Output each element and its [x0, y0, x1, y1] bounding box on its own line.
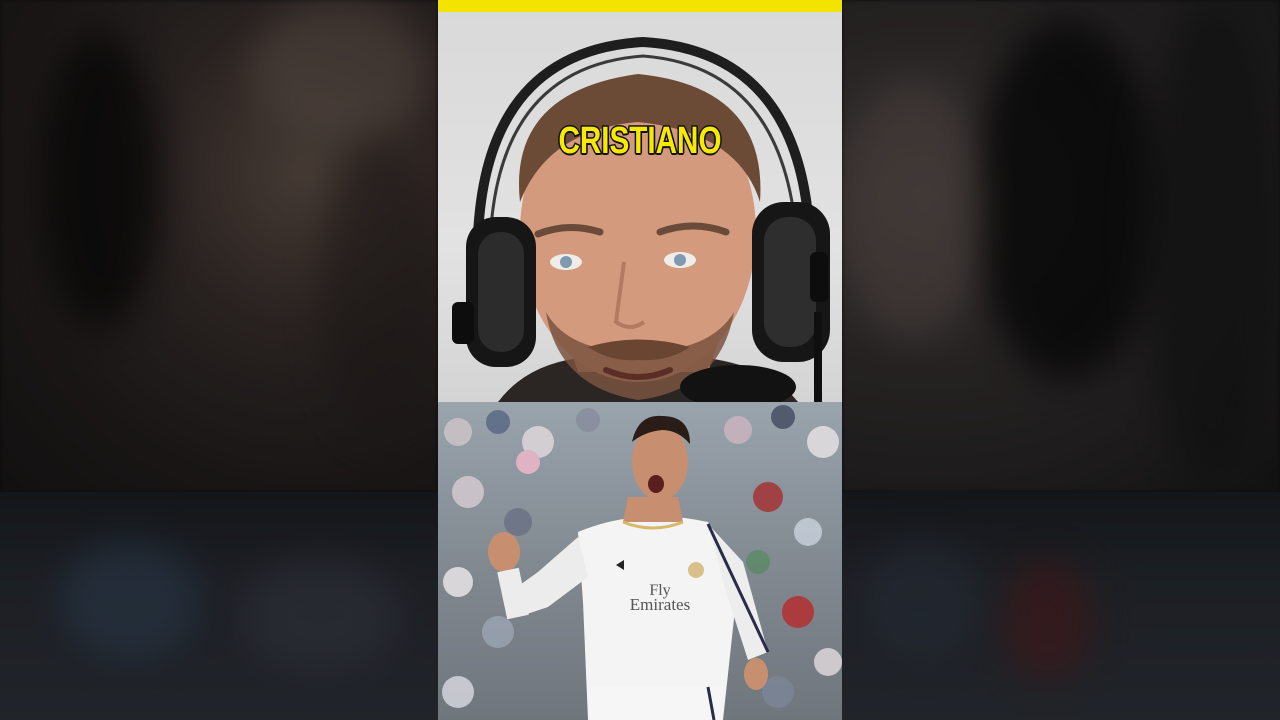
club-crest	[688, 562, 704, 578]
footballer-photo: Fly Emirates	[438, 402, 842, 720]
blurred-background-right	[842, 0, 1280, 720]
presenter-webcam: CRISTIANO	[438, 12, 842, 402]
vertical-video-panel: CRISTIANO Fly Emirates	[438, 0, 842, 720]
caption-text: CRISTIANO	[557, 119, 722, 164]
blurred-background-left	[0, 0, 438, 720]
player-fist	[488, 532, 520, 572]
jersey-sponsor-line2: Emirates	[630, 595, 690, 614]
video-frame: CRISTIANO Fly Emirates	[0, 0, 1280, 720]
accent-bar	[438, 0, 842, 12]
